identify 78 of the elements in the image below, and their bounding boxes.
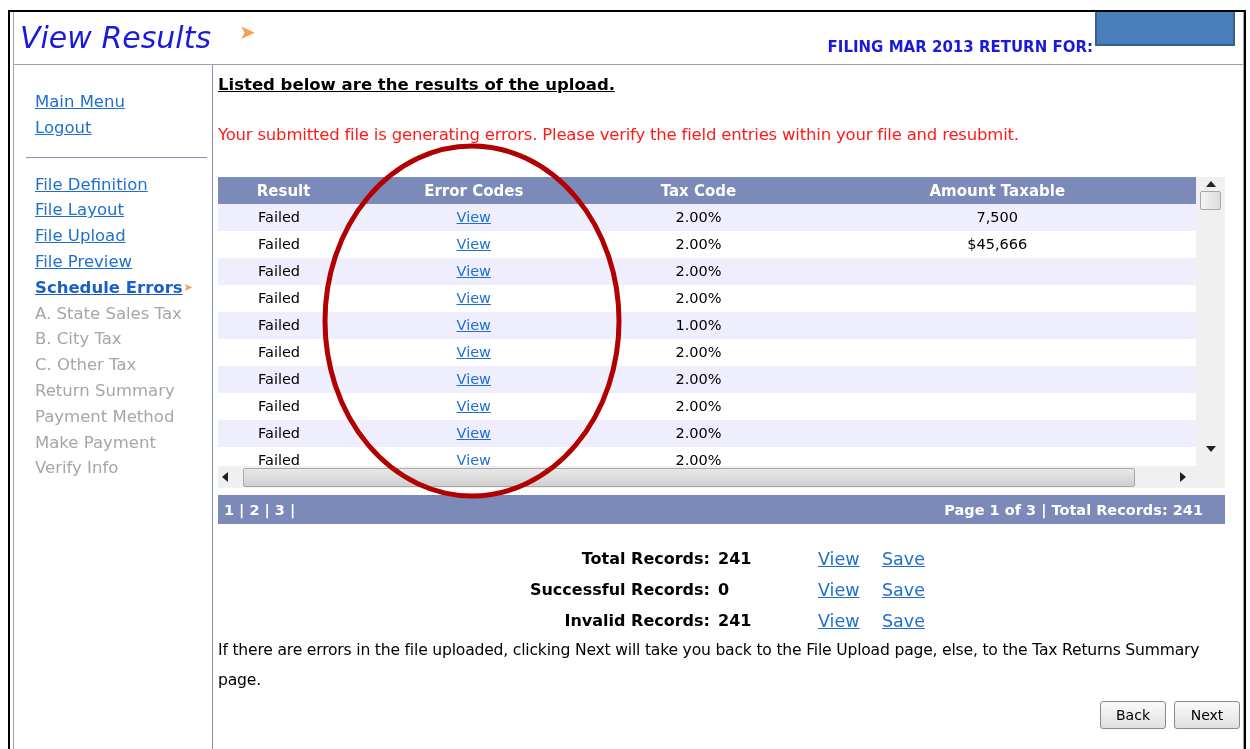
table-cell: Failed [258,236,301,252]
next-button[interactable]: Next [1174,701,1240,729]
column-header: Error Codes [349,177,599,204]
table-cell: $45,666 [967,236,1028,252]
view-link[interactable]: View [818,611,860,631]
back-button[interactable]: Back [1100,701,1166,729]
filing-label: FILING MAR 2013 RETURN FOR: [827,38,1093,56]
summary-value: 241 [718,548,753,570]
page-link[interactable]: 3 [274,501,285,518]
results-heading: Listed below are the results of the upload. [218,74,615,96]
sidebar-item: B. City Tax [35,328,122,351]
save-link[interactable]: Save [882,549,925,569]
table-cell: Failed [258,398,301,414]
table-cell: Failed [258,371,301,387]
page-link[interactable]: 2 [249,501,260,518]
table-cell: Failed [258,317,301,333]
save-link[interactable]: Save [882,611,925,631]
arrow-icon: ➤ [239,20,256,44]
sidebar-item: Verify Info [35,457,119,480]
view-link[interactable]: View [818,580,860,600]
view-link[interactable]: View [456,209,491,225]
view-link[interactable]: View [456,371,491,387]
sidebar-link[interactable]: File Upload [35,223,126,249]
separator-text: | [289,501,296,518]
sidebar-link[interactable]: File Definition [35,171,148,198]
view-link[interactable]: View [456,425,491,441]
table-cell: Failed [258,425,301,441]
view-link[interactable]: View [456,452,491,466]
page-title: View Results [20,19,212,57]
arrow-icon: ➤ [183,281,193,295]
column-header: Tax Code [598,177,799,204]
table-cell: 2.00% [675,263,722,279]
error-message: Your submitted file is generating errors. Please verify the field entries within your file and resubmit. [218,125,1020,144]
table-cell: Failed [258,290,301,306]
sidebar-item: C. Other Tax [35,354,137,377]
table-cell: 2.00% [675,236,722,252]
table-cell: 2.00% [675,344,722,360]
sidebar-item: Return Summary [35,379,175,402]
column-header: Amount Taxable [798,177,1196,204]
sidebar-link[interactable]: Main Menu [35,89,125,115]
separator-text: | [264,501,270,518]
sidebar-item: A. State Sales Tax [35,302,182,325]
column-header: Result [218,177,350,204]
summary-value: 241 [718,610,753,632]
summary-label: Total Records: [580,548,711,570]
separator-text: | [239,501,245,518]
page-link[interactable]: 1 [224,501,235,518]
table-cell: 2.00% [675,452,722,466]
sidebar-link[interactable]: File Layout [35,197,124,224]
table-cell: 1.00% [675,317,722,333]
view-link[interactable]: View [456,236,491,252]
view-link[interactable]: View [456,317,491,333]
table-cell: Failed [258,452,301,466]
view-link[interactable]: View [456,398,491,414]
info-paragraph: If there are errors in the file uploaded, clicking Next will take you back to the File Upload page, else, to the Tax Returns Summary page. [218,640,1201,691]
table-cell: Failed [258,344,301,360]
table-cell: 7,500 [976,209,1019,225]
summary-label: Invalid Records: [563,610,711,632]
summary-value: 0 [718,579,731,601]
save-link[interactable]: Save [882,580,925,600]
table-cell: 2.00% [675,398,722,414]
sidebar-link[interactable]: File Preview [35,249,133,275]
table-cell: 2.00% [675,425,722,441]
table-cell: 2.00% [675,209,722,225]
view-link[interactable]: View [456,344,491,360]
table-cell: 2.00% [675,290,722,306]
sidebar-link[interactable]: Schedule Errors [35,274,183,301]
table-cell: Failed [258,209,301,225]
view-link[interactable]: View [818,549,860,569]
sidebar-item: Make Payment [35,431,156,454]
table-cell: 2.00% [675,371,722,387]
page-status: Page 1 of 3 | Total Records: 241 [944,501,1203,518]
sidebar-link[interactable]: Logout [35,114,92,141]
view-link[interactable]: View [456,263,491,279]
table-cell: Failed [258,263,301,279]
sidebar-item: Payment Method [35,405,175,428]
view-link[interactable]: View [456,290,491,306]
summary-label: Successful Records: [528,579,711,601]
